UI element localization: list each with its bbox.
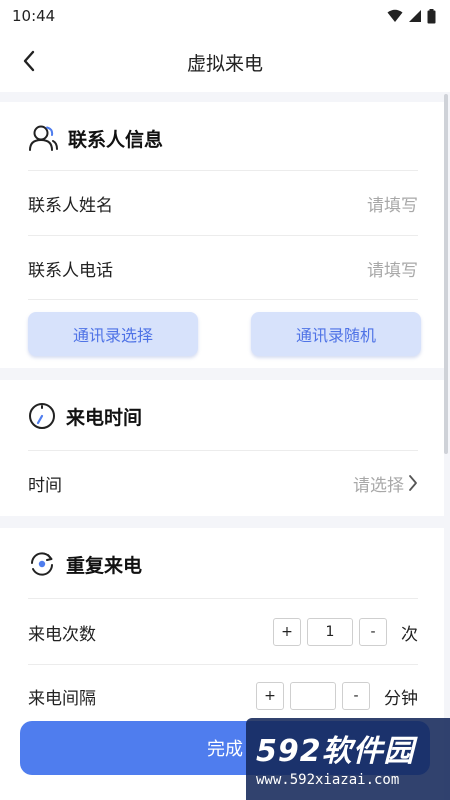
call-interval-stepper: + - 分钟 bbox=[256, 682, 418, 710]
call-interval-label: 来电间隔 bbox=[28, 688, 96, 709]
repeat-card-title: 重复来电 bbox=[66, 554, 143, 577]
done-button-label: 完成 bbox=[207, 739, 243, 760]
decrement-button[interactable]: - bbox=[359, 618, 387, 646]
interval-decrement-button[interactable]: - bbox=[342, 682, 370, 710]
contact-phone-input[interactable]: 请填写 bbox=[367, 256, 418, 281]
contact-phone-label: 联系人电话 bbox=[28, 260, 113, 281]
battery-icon bbox=[427, 8, 436, 23]
nav-bar: 虚拟来电 bbox=[0, 32, 450, 92]
divider bbox=[28, 299, 418, 300]
status-time: 10:44 bbox=[12, 7, 56, 25]
call-count-stepper: + 1 - 次 bbox=[273, 618, 418, 646]
contact-name-input[interactable]: 请填写 bbox=[367, 191, 418, 216]
interval-value[interactable] bbox=[290, 682, 336, 710]
increment-button[interactable]: + bbox=[273, 618, 301, 646]
divider bbox=[28, 598, 418, 599]
contact-card-header: 联系人信息 bbox=[28, 124, 163, 152]
chevron-left-icon bbox=[23, 50, 35, 72]
watermark-brand: 592软件园 bbox=[256, 734, 415, 769]
repeat-icon bbox=[31, 552, 53, 576]
contact-name-row[interactable]: 联系人姓名 请填写 bbox=[28, 171, 418, 235]
call-interval-unit: 分钟 bbox=[384, 688, 418, 709]
contact-icon bbox=[29, 125, 58, 151]
call-count-row: 来电次数 + 1 - 次 bbox=[28, 600, 418, 664]
time-label: 时间 bbox=[28, 475, 62, 496]
contacts-select-button[interactable]: 通讯录选择 bbox=[28, 312, 198, 356]
contact-card-title: 联系人信息 bbox=[68, 128, 164, 151]
time-card: 来电时间 时间 请选择 bbox=[0, 380, 444, 516]
time-row[interactable]: 时间 请选择 bbox=[28, 451, 418, 515]
scrollbar[interactable] bbox=[444, 94, 448, 454]
status-bar: 10:44 bbox=[0, 0, 450, 32]
contact-phone-row[interactable]: 联系人电话 请填写 bbox=[28, 236, 418, 300]
time-card-title: 来电时间 bbox=[66, 406, 143, 429]
watermark-url: www.592xiazai.com bbox=[256, 772, 400, 788]
chevron-right-icon bbox=[409, 475, 417, 491]
signal-icon bbox=[409, 10, 421, 22]
contact-name-label: 联系人姓名 bbox=[28, 195, 113, 216]
call-count-value[interactable]: 1 bbox=[307, 618, 353, 646]
contact-card: 联系人信息 联系人姓名 请填写 联系人电话 请填写 通讯录选择 通讯录随机 bbox=[0, 102, 444, 368]
page-title: 虚拟来电 bbox=[186, 52, 263, 75]
call-count-label: 来电次数 bbox=[28, 624, 96, 645]
status-icons bbox=[387, 8, 436, 24]
time-card-header: 来电时间 bbox=[28, 402, 142, 430]
wifi-icon bbox=[387, 9, 403, 22]
contacts-random-button[interactable]: 通讯录随机 bbox=[251, 312, 421, 356]
call-count-unit: 次 bbox=[401, 624, 418, 645]
interval-increment-button[interactable]: + bbox=[256, 682, 284, 710]
watermark-logo: 592软件园 www.592xiazai.com bbox=[246, 718, 450, 800]
time-picker[interactable]: 请选择 bbox=[353, 471, 418, 496]
back-button[interactable] bbox=[14, 46, 44, 76]
clock-icon bbox=[29, 403, 55, 429]
form-scroll-area[interactable]: 联系人信息 联系人姓名 请填写 联系人电话 请填写 通讯录选择 通讯录随机 来电… bbox=[0, 92, 450, 800]
time-placeholder: 请选择 bbox=[353, 475, 404, 496]
repeat-card-header: 重复来电 bbox=[28, 550, 142, 578]
